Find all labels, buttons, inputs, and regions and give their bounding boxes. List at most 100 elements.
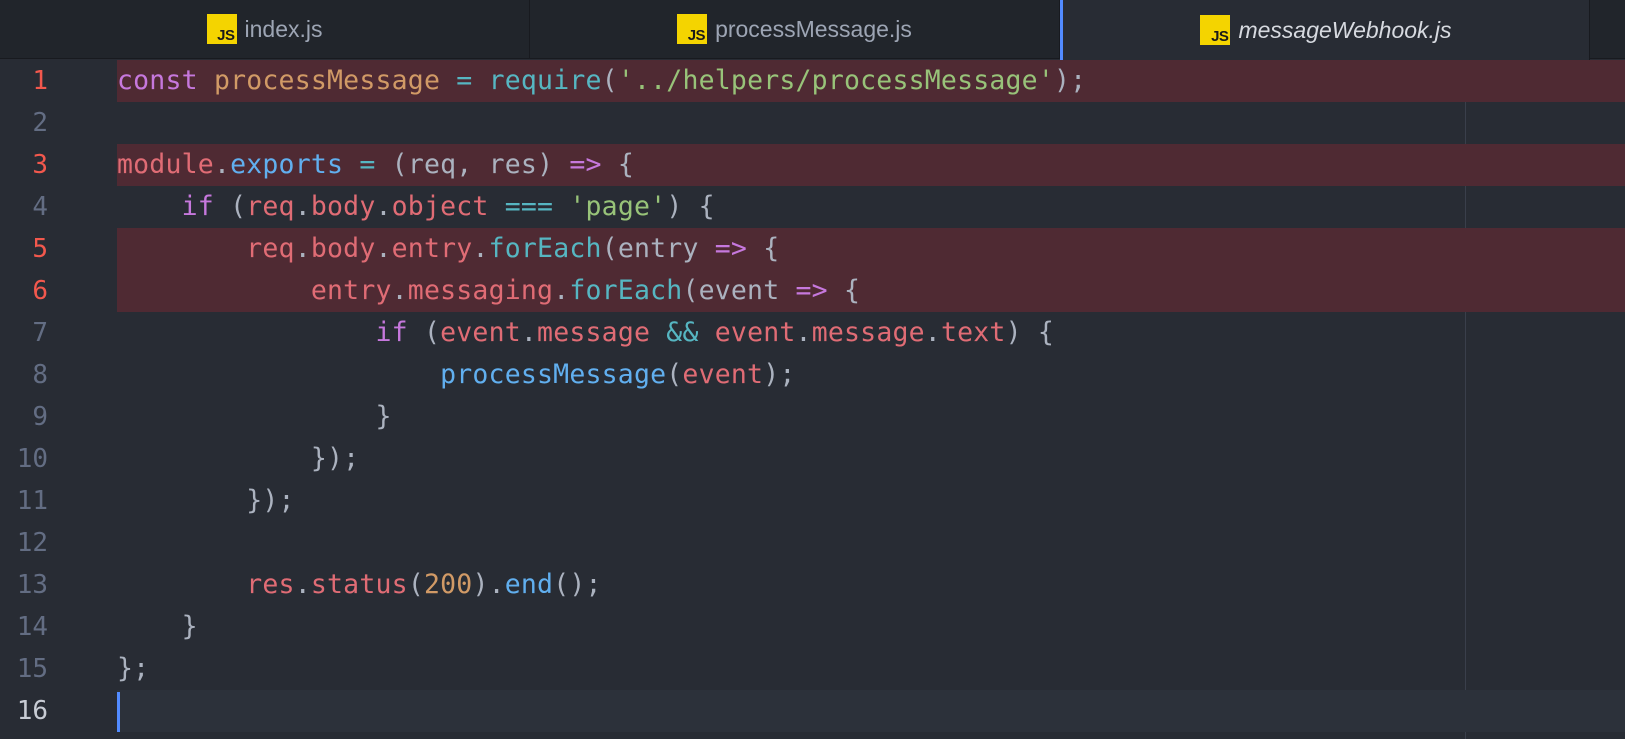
code-token: => <box>795 275 828 306</box>
code-token: ( <box>213 191 247 222</box>
line-number[interactable]: 10 <box>0 438 48 480</box>
code-line[interactable]: 2 <box>0 102 1625 144</box>
code-line[interactable]: 10 }); <box>0 438 1625 480</box>
line-number[interactable]: 7 <box>0 312 48 354</box>
tab-messagewebhook-js[interactable]: JS messageWebhook.js <box>1060 0 1590 60</box>
code-text[interactable] <box>117 102 1625 144</box>
code-token: module <box>117 149 214 180</box>
code-token: ( <box>407 317 441 348</box>
line-number[interactable]: 15 <box>0 648 48 690</box>
code-token: . <box>294 233 311 264</box>
code-token: if <box>181 191 214 222</box>
code-token: if <box>375 317 408 348</box>
code-text[interactable]: const processMessage = require('../helpe… <box>117 60 1625 102</box>
code-token: forEach <box>569 275 683 306</box>
line-number[interactable]: 14 <box>0 606 48 648</box>
code-token: ( <box>375 149 408 180</box>
code-text[interactable]: if (event.message && event.message.text)… <box>117 312 1625 354</box>
code-text[interactable]: }); <box>117 480 1625 522</box>
line-number[interactable]: 1 <box>0 60 48 102</box>
code-token: ). <box>472 569 505 600</box>
code-token: = <box>359 149 376 180</box>
line-number[interactable]: 12 <box>0 522 48 564</box>
code-line[interactable]: 16 <box>0 690 1625 732</box>
code-text[interactable]: module.exports = (req, res) => { <box>117 144 1625 186</box>
code-text[interactable]: processMessage(event); <box>117 354 1625 396</box>
line-number[interactable]: 2 <box>0 102 48 144</box>
tab-index-js[interactable]: JS index.js <box>0 0 530 58</box>
code-token: , <box>456 149 489 180</box>
code-text[interactable]: entry.messaging.forEach(event => { <box>117 270 1625 312</box>
code-lines: 1 const processMessage = require('../help… <box>0 60 1625 732</box>
code-line[interactable]: 11 }); <box>0 480 1625 522</box>
code-token: req <box>246 233 295 264</box>
code-text[interactable]: req.body.entry.forEach(entry => { <box>117 228 1625 270</box>
code-line[interactable]: 6 entry.messaging.forEach(event => { <box>0 270 1625 312</box>
code-line[interactable]: 12 <box>0 522 1625 564</box>
code-line[interactable]: 7 if (event.message && event.message.tex… <box>0 312 1625 354</box>
code-token: ); <box>763 359 796 390</box>
code-token: 'page' <box>569 191 667 222</box>
editor-window: JS index.js JS processMessage.js JS mess… <box>0 0 1625 739</box>
js-badge-text: JS <box>217 27 235 44</box>
code-text[interactable] <box>117 690 1625 732</box>
code-line[interactable]: 15}; <box>0 648 1625 690</box>
code-line[interactable]: 9 } <box>0 396 1625 438</box>
tab-label: messageWebhook.js <box>1238 16 1452 43</box>
line-number[interactable]: 16 <box>0 690 48 732</box>
code-text[interactable]: } <box>117 396 1625 438</box>
js-file-icon: JS <box>1200 15 1231 45</box>
code-line[interactable]: 3 module.exports = (req, res) => { <box>0 144 1625 186</box>
tab-label: index.js <box>244 15 323 42</box>
code-token: && <box>666 317 699 348</box>
code-token: } <box>375 401 392 432</box>
line-number[interactable]: 4 <box>0 186 48 228</box>
tab-label: processMessage.js <box>715 15 912 42</box>
code-text[interactable]: if (req.body.object === 'page') { <box>117 186 1625 228</box>
code-token: ( <box>601 65 618 96</box>
code-token: . <box>795 317 812 348</box>
tab-bar: JS index.js JS processMessage.js JS mess… <box>0 0 1625 60</box>
js-file-icon: JS <box>677 14 708 44</box>
code-token: req <box>407 149 457 180</box>
code-line[interactable]: 5 req.body.entry.forEach(entry => { <box>0 228 1625 270</box>
code-editor[interactable]: 1 const processMessage = require('../help… <box>0 60 1625 739</box>
code-token: ( <box>601 233 618 264</box>
code-token: const <box>117 65 198 96</box>
code-token: event <box>714 317 796 348</box>
line-number[interactable]: 6 <box>0 270 48 312</box>
code-token: } <box>181 611 198 642</box>
code-token: body <box>310 233 376 264</box>
line-number[interactable]: 9 <box>0 396 48 438</box>
line-number[interactable]: 13 <box>0 564 48 606</box>
code-token: object <box>391 191 489 222</box>
code-line[interactable]: 4 if (req.body.object === 'page') { <box>0 186 1625 228</box>
code-token: ); <box>1054 65 1087 96</box>
code-line[interactable]: 13 res.status(200).end(); <box>0 564 1625 606</box>
line-number[interactable]: 5 <box>0 228 48 270</box>
code-text[interactable]: }; <box>117 648 1625 690</box>
code-text[interactable]: res.status(200).end(); <box>117 564 1625 606</box>
code-text[interactable] <box>117 522 1625 564</box>
code-line[interactable]: 14 } <box>0 606 1625 648</box>
code-line[interactable]: 8 processMessage(event); <box>0 354 1625 396</box>
code-token: event <box>682 359 764 390</box>
tab-bar-empty-space[interactable] <box>1590 0 1625 58</box>
line-number[interactable]: 3 <box>0 144 48 186</box>
line-number[interactable]: 8 <box>0 354 48 396</box>
tab-processmessage-js[interactable]: JS processMessage.js <box>530 0 1060 58</box>
code-token: ( <box>666 359 683 390</box>
code-text[interactable]: } <box>117 606 1625 648</box>
code-token: . <box>213 149 231 180</box>
code-token: === <box>504 191 554 222</box>
line-number[interactable]: 11 <box>0 480 48 522</box>
code-line[interactable]: 1 const processMessage = require('../help… <box>0 60 1625 102</box>
code-text[interactable]: }); <box>117 438 1625 480</box>
